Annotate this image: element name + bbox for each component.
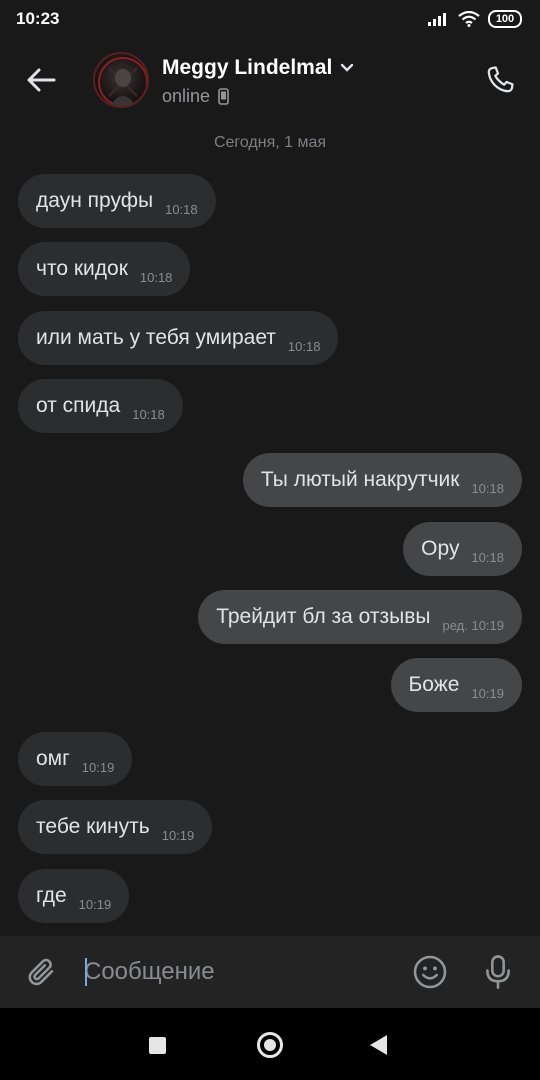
message-composer (0, 936, 540, 1008)
chevron-down-icon (341, 63, 354, 72)
message-time: 10:19 (161, 827, 195, 843)
message-incoming[interactable]: омг 10:19 (18, 732, 133, 786)
recents-button[interactable] (149, 1037, 166, 1054)
contact-status-row: online (162, 86, 354, 107)
contact-status: online (162, 86, 211, 106)
message-time: 10:19 (81, 759, 115, 775)
message-incoming[interactable]: что кидок 10:18 (18, 242, 191, 296)
battery-level: 100 (495, 13, 515, 25)
message-incoming[interactable]: или мать у тебя умирает 10:18 (18, 311, 339, 365)
message-text: омг (36, 747, 70, 770)
smile-icon (413, 955, 447, 989)
signal-icon (428, 13, 446, 26)
status-time: 10:23 (16, 9, 60, 28)
message-text: Ты лютый накрутчик (260, 468, 460, 491)
message-text: тебе кинуть (36, 815, 150, 838)
message-incoming[interactable]: тебе кинуть 10:19 (18, 800, 213, 854)
text-caret (85, 958, 87, 986)
system-navigation-bar (0, 1008, 540, 1080)
contact-name-row[interactable]: Meggy Lindelmal (162, 56, 354, 80)
message-outgoing[interactable]: Боже 10:19 (390, 658, 522, 712)
message-text: Трейдит бл за отзывы (216, 605, 431, 628)
message-time: ред. 10:19 (442, 617, 504, 633)
date-separator: Сегодня, 1 мая (213, 134, 327, 151)
message-text: даун пруфы (36, 189, 154, 212)
avatar[interactable] (93, 52, 149, 108)
message-incoming[interactable]: от спида 10:18 (18, 379, 183, 433)
status-bar: 10:23 100 (0, 0, 540, 38)
paperclip-icon (28, 958, 54, 986)
message-text: где (36, 884, 67, 907)
call-button[interactable] (480, 60, 520, 100)
status-icons: 100 (428, 10, 522, 28)
emoji-button[interactable] (410, 952, 450, 992)
chat-header: Meggy Lindelmal online (0, 38, 540, 122)
arrow-left-icon (27, 68, 56, 92)
message-time: 10:18 (132, 406, 165, 422)
message-text: что кидок (36, 257, 128, 280)
attach-button[interactable] (22, 952, 62, 992)
message-time: 10:18 (165, 201, 198, 217)
contact-name: Meggy Lindelmal (162, 56, 333, 79)
message-outgoing[interactable]: Ору 10:18 (403, 522, 522, 576)
system-back-button[interactable] (370, 1035, 387, 1055)
message-text: Боже (408, 673, 460, 696)
message-time: 10:18 (139, 269, 173, 285)
message-incoming[interactable]: где 10:19 (18, 869, 130, 923)
home-button[interactable] (257, 1032, 283, 1058)
phone-icon (487, 66, 514, 93)
battery-indicator: 100 (488, 10, 522, 28)
message-outgoing[interactable]: Ты лютый накрутчик 10:18 (242, 453, 522, 507)
message-time: 10:19 (78, 896, 112, 912)
message-time: 10:18 (471, 549, 504, 565)
mobile-phone-icon (218, 88, 229, 105)
message-incoming[interactable]: даун пруфы 10:18 (18, 174, 216, 228)
message-time: 10:19 (471, 685, 504, 701)
contact-info[interactable]: Meggy Lindelmal online (162, 56, 354, 107)
message-text: или мать у тебя умирает (36, 326, 276, 349)
voice-message-button[interactable] (478, 950, 518, 994)
wifi-icon (458, 11, 480, 27)
message-input[interactable] (84, 950, 384, 994)
back-button[interactable] (20, 62, 62, 98)
message-text: Ору (421, 537, 460, 560)
message-outgoing[interactable]: Трейдит бл за отзывы ред. 10:19 (198, 590, 522, 644)
message-time: 10:18 (471, 480, 504, 496)
message-text: от спида (36, 394, 121, 417)
avatar-image (98, 57, 147, 106)
microphone-icon (486, 955, 510, 989)
message-time: 10:18 (287, 338, 321, 354)
